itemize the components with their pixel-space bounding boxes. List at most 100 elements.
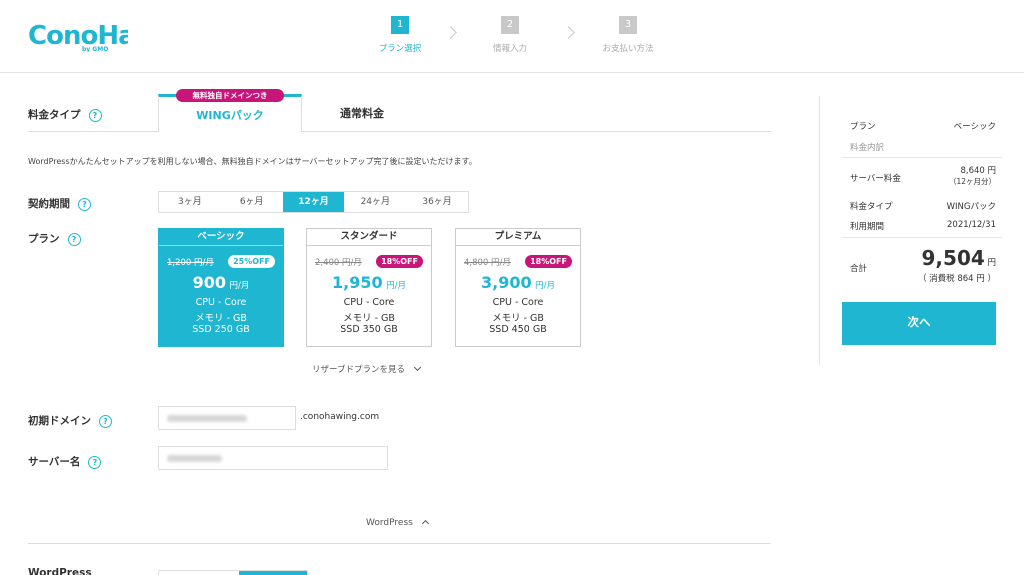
chevron-right-icon [444, 26, 457, 39]
plan-price-unit: 円/月 [535, 281, 555, 291]
plan-card-basic[interactable]: ベーシック 1,200 円/月 25%OFF 900 円/月 CPU - Cor… [158, 228, 284, 347]
period-option-3m[interactable]: 3ヶ月 [159, 192, 221, 212]
breakdown-label: 料金内訳 [850, 143, 885, 153]
rate-type-text: 料金タイプ [28, 109, 81, 121]
help-icon[interactable]: ? [78, 197, 91, 211]
discount-badge: 18%OFF [525, 255, 572, 268]
step-label: お支払い方法 [602, 44, 654, 54]
plan-price-unit: 円/月 [229, 281, 250, 291]
domain-label: 初期ドメイン? [28, 413, 112, 428]
domain-text: 初期ドメイン [28, 415, 91, 427]
free-domain-badge: 無料独自ドメインつき [176, 89, 284, 102]
help-icon[interactable]: ? [99, 414, 112, 428]
chevron-down-icon [413, 363, 422, 372]
period-text: 契約期間 [28, 198, 70, 210]
help-icon[interactable]: ? [88, 108, 102, 122]
server-name-label: サーバー名? [28, 454, 102, 469]
tax-note: （ 消費税 864 円 ） [917, 274, 996, 284]
plan-price-unit: 円/月 [386, 281, 406, 291]
blurred-value [167, 455, 222, 462]
plan-price-value: 900 [192, 273, 227, 292]
summary-key: 合計 [850, 264, 868, 274]
plan-cpu: CPU - Core [492, 297, 544, 308]
reserved-plan-link[interactable]: リザーブドプランを見る [312, 363, 422, 375]
step-plan-select: 1 プラン選択 [360, 16, 440, 54]
plan-price: 900 円/月 [159, 273, 283, 292]
conoha-logo[interactable]: ConoHa by GMO [28, 18, 128, 52]
summary-divider [842, 237, 1002, 238]
tab-divider [28, 131, 771, 132]
summary-value: 8,640 円 [960, 166, 996, 176]
step-info-input: 2 情報入力 [470, 16, 550, 54]
plan-ssd: SSD 350 GB [340, 324, 398, 335]
summary-total-row: 合計 9,504 円 （ 消費税 864 円 ） [850, 246, 996, 290]
wordpress-label: WordPress [28, 567, 92, 575]
wordpress-setup-toggle[interactable] [158, 570, 308, 575]
rate-type-label: 料金タイプ? [28, 107, 102, 122]
total-amount: 9,504 [921, 246, 985, 270]
plan-card-premium[interactable]: プレミアム 4,800 円/月 18%OFF 3,900 円/月 CPU - C… [455, 228, 581, 347]
discount-badge: 18%OFF [376, 255, 423, 268]
period-option-24m[interactable]: 24ヶ月 [344, 192, 406, 212]
plan-memory: メモリ - GB [343, 313, 395, 324]
period-option-6m[interactable]: 6ヶ月 [221, 192, 283, 212]
wordpress-toggle-text: WordPress [366, 518, 413, 528]
period-option-36m[interactable]: 36ヶ月 [406, 192, 468, 212]
plan-card-standard[interactable]: スタンダード 2,400 円/月 18%OFF 1,950 円/月 CPU - … [306, 228, 432, 347]
summary-value: ベーシック [953, 122, 996, 132]
server-name-text: サーバー名 [28, 456, 81, 468]
step-payment: 3 お支払い方法 [588, 16, 668, 54]
plan-price-value: 1,950 [332, 273, 383, 292]
help-icon[interactable]: ? [88, 455, 102, 469]
step-number: 1 [391, 16, 409, 34]
summary-value: 2021/12/31 [947, 220, 996, 230]
period-selector: 3ヶ月 6ヶ月 12ヶ月 24ヶ月 36ヶ月 [158, 191, 469, 213]
discount-badge: 25%OFF [228, 255, 275, 268]
step-label: 情報入力 [492, 44, 527, 54]
header: ConoHa by GMO 1 プラン選択 2 情報入力 3 お支払い方法 [0, 0, 1024, 73]
domain-input[interactable] [158, 406, 296, 430]
server-name-input[interactable] [158, 446, 388, 470]
plan-memory: メモリ - GB [492, 313, 544, 324]
setup-notice: WordPressかんたんセットアップを利用しない場合、無料独自ドメインはサーバ… [28, 157, 477, 166]
svg-text:by GMO: by GMO [82, 46, 108, 52]
plan-cpu: CPU - Core [195, 297, 247, 308]
help-icon[interactable]: ? [67, 232, 81, 246]
plan-price: 1,950 円/月 [307, 273, 431, 292]
chevron-right-icon [562, 26, 575, 39]
summary-key: サーバー料金 [850, 174, 901, 184]
summary-key: 料金タイプ [850, 202, 893, 212]
plan-memory: メモリ - GB [195, 313, 247, 324]
period-label: 契約期間? [28, 196, 91, 211]
plan-name: プレミアム [456, 229, 580, 246]
plan-ssd: SSD 250 GB [192, 324, 250, 335]
wordpress-section-toggle[interactable]: WordPress [366, 518, 429, 528]
domain-suffix: .conohawing.com [300, 412, 380, 422]
plan-old-price: 1,200 円/月 [167, 258, 214, 268]
plan-price-value: 3,900 [481, 273, 532, 292]
plan-label: プラン? [28, 231, 81, 246]
next-button[interactable]: 次へ [842, 302, 996, 345]
reserved-plan-text: リザーブドプランを見る [312, 365, 405, 375]
plan-old-price: 2,400 円/月 [315, 258, 362, 268]
plan-name: スタンダード [307, 229, 431, 246]
tab-normal-rate[interactable]: 通常料金 [302, 105, 422, 121]
summary-key: 利用期間 [850, 222, 885, 232]
tab-normal-label: 通常料金 [340, 107, 384, 120]
blurred-value [167, 415, 247, 422]
section-divider [28, 543, 771, 544]
summary-divider [842, 157, 1002, 158]
toggle-selected [239, 571, 307, 575]
period-option-12m[interactable]: 12ヶ月 [282, 192, 345, 212]
summary-value: WINGパック [946, 202, 996, 212]
total-unit: 円 [987, 258, 996, 268]
step-number: 3 [619, 16, 637, 34]
plan-name: ベーシック [159, 229, 283, 246]
summary-key: プラン [850, 122, 876, 132]
plan-price: 3,900 円/月 [456, 273, 580, 292]
order-summary: プラン ベーシック 料金内訳 サーバー料金 8,640 円 （12ヶ月分） 料金… [819, 96, 1024, 366]
plan-cpu: CPU - Core [343, 297, 395, 308]
svg-text:ConoHa: ConoHa [28, 21, 128, 51]
progress-steps: 1 プラン選択 2 情報入力 3 お支払い方法 [360, 16, 680, 60]
step-number: 2 [501, 16, 519, 34]
